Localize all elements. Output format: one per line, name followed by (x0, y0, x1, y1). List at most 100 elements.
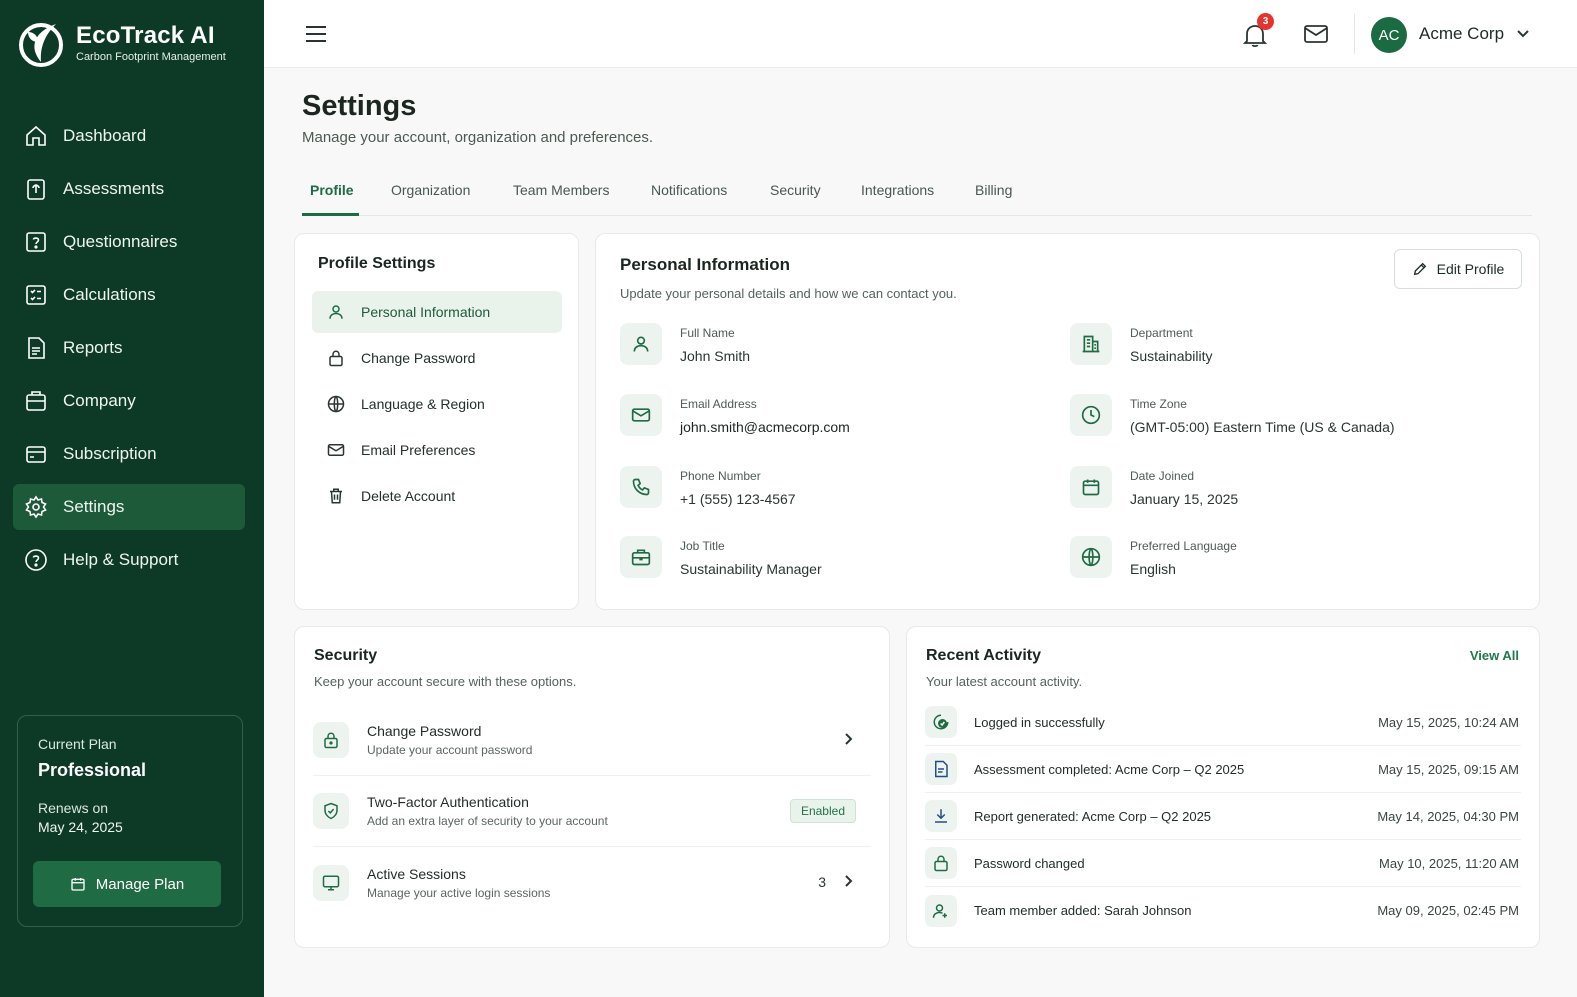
field-label: Full Name (680, 326, 735, 340)
field-label: Email Address (680, 397, 757, 411)
profile-menu-language-region[interactable]: Language & Region (312, 383, 562, 425)
field-value: john.smith@acmecorp.com (680, 419, 850, 435)
document-icon (925, 753, 957, 785)
status-badge: Enabled (789, 799, 856, 823)
report-icon (23, 335, 49, 361)
sidebar-item-subscription[interactable]: Subscription (13, 431, 245, 477)
security-row-two-factor[interactable]: Two-Factor Authentication Add an extra la… (313, 776, 871, 847)
activity-title: Recent Activity (926, 647, 1041, 664)
manage-plan-label: Manage Plan (95, 875, 185, 893)
home-icon (23, 123, 49, 149)
activity-time: May 15, 2025, 09:15 AM (1378, 761, 1519, 777)
menu-icon[interactable] (304, 22, 328, 46)
security-row-title: Two-Factor Authentication (367, 794, 529, 810)
manage-plan-button[interactable]: Manage Plan (33, 861, 221, 907)
field-label: Department (1130, 326, 1193, 340)
checklist-icon (23, 282, 49, 308)
field-email: Email Address john.smith@acmecorp.com (620, 394, 850, 436)
personal-info-title: Personal Information (620, 255, 791, 274)
gear-icon (23, 494, 49, 520)
sidebar-item-company[interactable]: Company (13, 378, 245, 424)
briefcase-icon (620, 536, 662, 578)
tab-billing[interactable]: Billing (975, 182, 1012, 198)
sidebar-item-reports[interactable]: Reports (13, 325, 245, 371)
field-value: John Smith (680, 348, 751, 364)
building-icon (1070, 323, 1112, 365)
activity-text: Assessment completed: Acme Corp – Q2 202… (974, 761, 1245, 777)
profile-menu-change-password[interactable]: Change Password (312, 337, 562, 379)
profile-menu-delete-account[interactable]: Delete Account (312, 475, 562, 517)
security-card: Security Keep your account secure with t… (294, 626, 890, 948)
tab-team-members[interactable]: Team Members (513, 182, 609, 198)
mail-icon (620, 394, 662, 436)
page-subtitle: Manage your account, organization and pr… (302, 129, 654, 146)
tab-integrations[interactable]: Integrations (861, 182, 934, 198)
leaf-logo-icon (16, 18, 66, 68)
profile-menu-personal-information[interactable]: Personal Information (312, 291, 562, 333)
sidebar-item-calculations[interactable]: Calculations (13, 272, 245, 318)
sidebar-item-settings[interactable]: Settings (13, 484, 245, 530)
login-icon (925, 706, 957, 738)
brand-subtitle: Carbon Footprint Management (76, 51, 226, 63)
profile-menu-label: Delete Account (361, 488, 456, 504)
help-icon (23, 547, 49, 573)
activity-time: May 10, 2025, 11:20 AM (1379, 855, 1519, 871)
field-department: Department Sustainability (1070, 323, 1213, 365)
sidebar-item-label: Reports (63, 338, 123, 357)
activity-text: Team member added: Sarah Johnson (974, 903, 1192, 918)
recent-activity-card: Recent Activity Your latest account acti… (906, 626, 1540, 948)
sidebar-item-dashboard[interactable]: Dashboard (13, 113, 245, 159)
plan-renews-date: May 24, 2025 (38, 819, 123, 835)
mail-icon[interactable] (1304, 23, 1328, 45)
globe-icon (1070, 536, 1112, 578)
edit-profile-label: Edit Profile (1436, 261, 1505, 277)
chevron-down-icon[interactable] (1516, 27, 1530, 41)
lock-icon (313, 722, 349, 758)
lock-icon (327, 349, 345, 367)
profile-menu-label: Language & Region (361, 396, 485, 412)
field-full-name: Full Name John Smith (620, 323, 750, 365)
page-title: Settings (302, 90, 417, 122)
sidebar-item-label: Calculations (63, 285, 156, 304)
sidebar-item-label: Help & Support (63, 550, 179, 569)
sidebar: EcoTrack AI Carbon Footprint Management … (0, 0, 264, 997)
avatar[interactable]: AC (1371, 17, 1407, 53)
globe-icon (327, 395, 345, 413)
personal-info-subtitle: Update your personal details and how we … (620, 286, 957, 301)
sidebar-item-label: Subscription (63, 444, 157, 463)
notification-badge: 3 (1257, 13, 1274, 30)
security-row-change-password[interactable]: Change Password Update your account passw… (313, 705, 871, 776)
active-tab-indicator (302, 213, 359, 216)
sidebar-item-questionnaires[interactable]: Questionnaires (13, 219, 245, 265)
sidebar-item-assessments[interactable]: Assessments (13, 166, 245, 212)
tab-organization[interactable]: Organization (391, 182, 470, 198)
tab-profile[interactable]: Profile (310, 182, 354, 198)
activity-time: May 15, 2025, 10:24 AM (1378, 714, 1519, 730)
company-name[interactable]: Acme Corp (1419, 24, 1504, 44)
plan-renews-label: Renews on (38, 800, 109, 816)
security-row-active-sessions[interactable]: Active Sessions Manage your active login … (313, 847, 871, 918)
settings-tabs: Profile Organization Team Members Notifi… (302, 172, 1532, 216)
sidebar-nav: Dashboard Assessments Questionnaires Cal… (13, 113, 245, 590)
activity-item: Password changed May 10, 2025, 11:20 AM (925, 840, 1521, 887)
user-add-icon (925, 894, 957, 927)
tab-notifications[interactable]: Notifications (651, 182, 727, 198)
security-subtitle: Keep your account secure with these opti… (314, 674, 577, 689)
phone-icon (620, 466, 662, 508)
view-all-link[interactable]: View All (1470, 648, 1519, 663)
calendar-icon (1070, 466, 1112, 508)
sidebar-item-help[interactable]: Help & Support (13, 537, 245, 583)
session-count: 3 (818, 874, 826, 890)
profile-settings-card: Profile Settings Personal Information Ch… (294, 233, 579, 610)
brand-title: EcoTrack AI (76, 22, 215, 49)
field-value: January 15, 2025 (1130, 491, 1239, 507)
activity-text: Password changed (974, 855, 1085, 871)
user-icon (620, 323, 662, 365)
profile-menu-email-preferences[interactable]: Email Preferences (312, 429, 562, 471)
edit-profile-button[interactable]: Edit Profile (1394, 249, 1522, 289)
plan-label: Current Plan (38, 736, 117, 752)
brand: EcoTrack AI Carbon Footprint Management (16, 18, 226, 68)
field-value: +1 (555) 123-4567 (680, 491, 796, 507)
field-job-title: Job Title Sustainability Manager (620, 536, 822, 578)
tab-security[interactable]: Security (770, 182, 821, 198)
